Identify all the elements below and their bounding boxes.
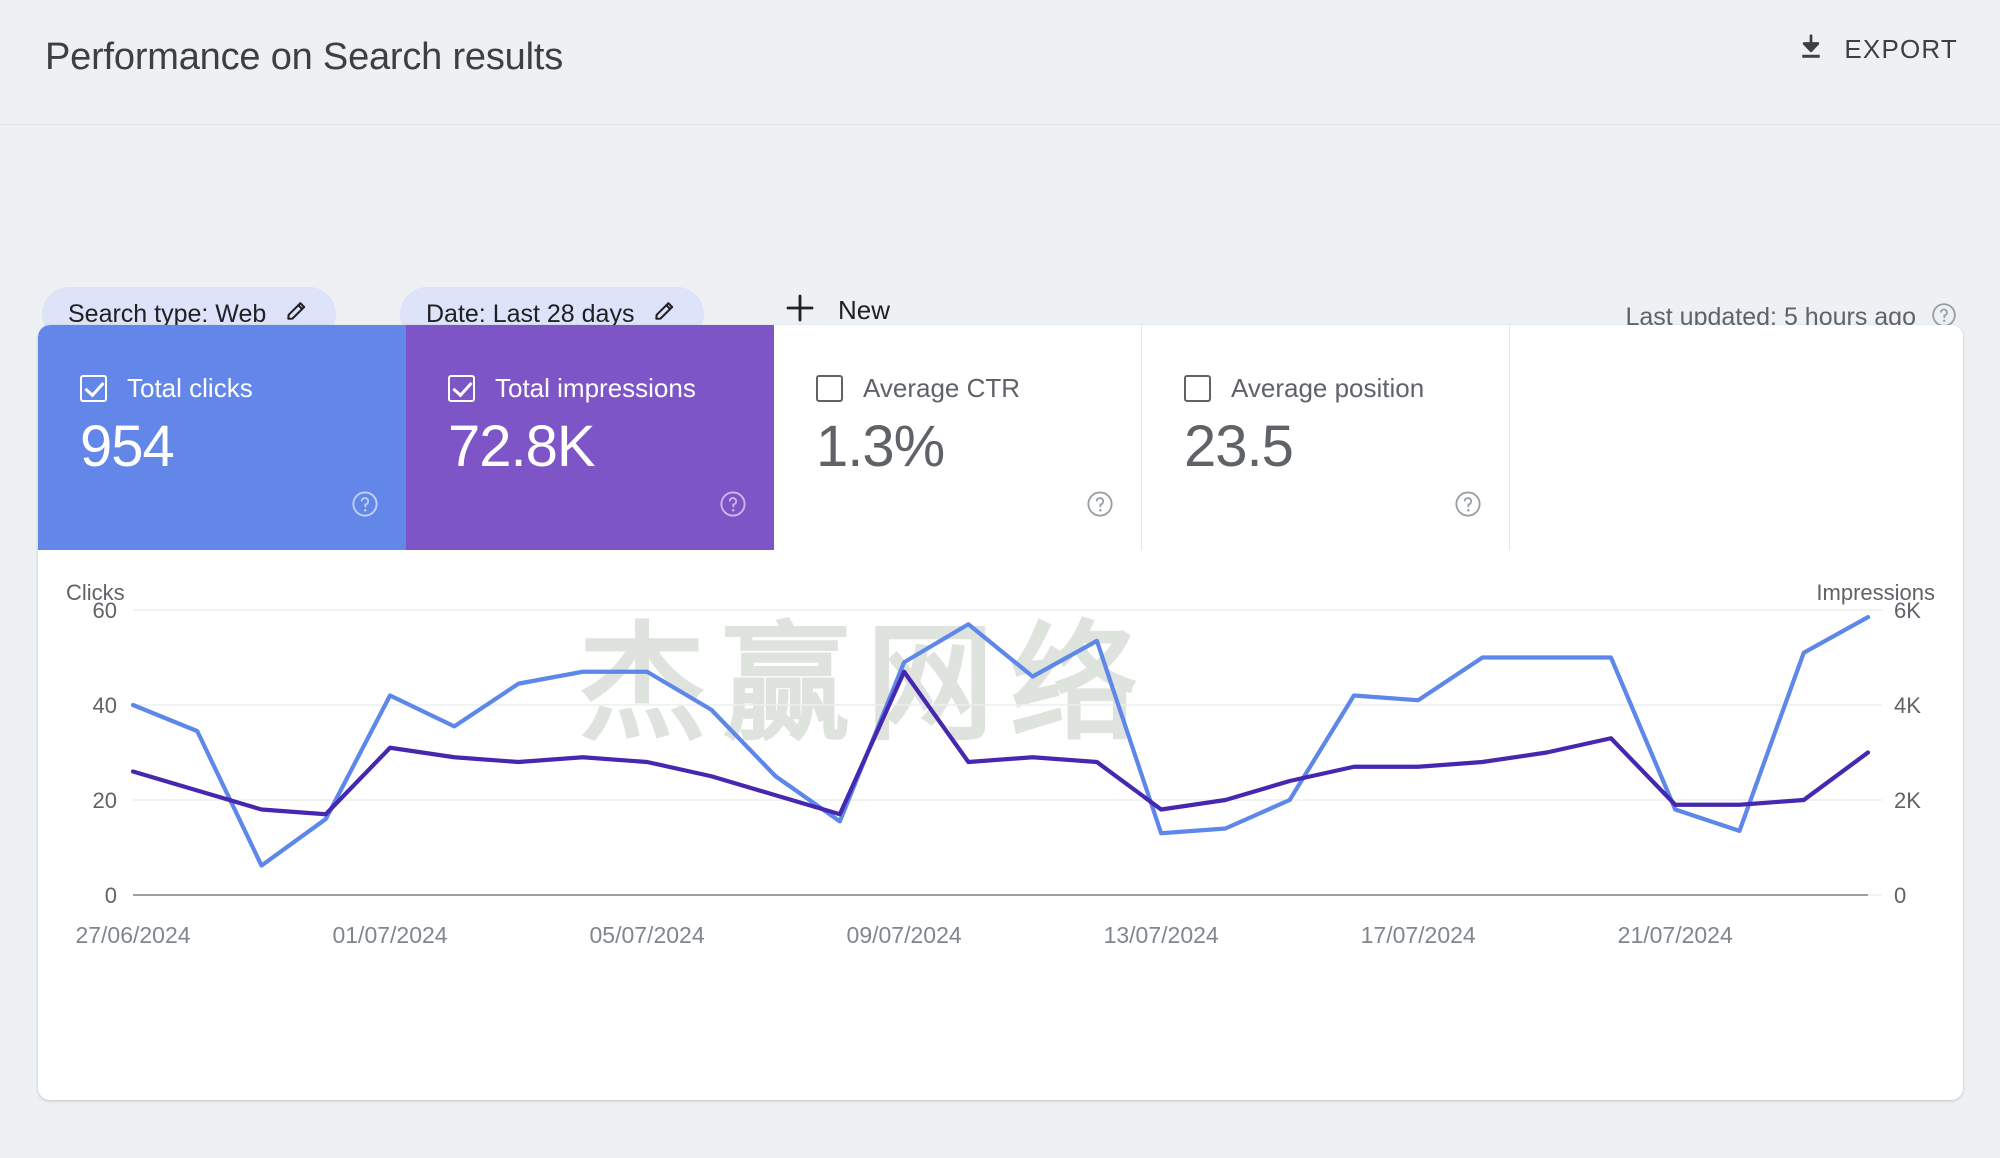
help-circle-icon[interactable] xyxy=(718,489,748,524)
chart-y-right-ticks: 0 2K 4K 6K xyxy=(1868,598,1921,908)
metric-checkbox[interactable] xyxy=(1184,375,1211,402)
y2-tick-label: 0 xyxy=(1894,883,1906,908)
chart-x-ticks: 27/06/2024 01/07/2024 05/07/2024 09/07/2024… xyxy=(75,922,1733,948)
y-tick-label: 60 xyxy=(93,598,117,623)
y2-tick-label: 4K xyxy=(1894,693,1921,718)
export-label: EXPORT xyxy=(1844,34,1958,64)
metric-checkbox[interactable] xyxy=(80,375,107,402)
metric-header: Total clicks xyxy=(80,373,253,404)
metric-card-average-ctr[interactable]: Average CTR 1.3% xyxy=(774,325,1142,550)
metric-card-total-impressions[interactable]: Total impressions 72.8K xyxy=(406,325,774,550)
page-title: Performance on Search results xyxy=(45,36,563,78)
chart-svg[interactable]: 0 20 40 60 0 2K 4K 6K 27/06/2024 01/07/2024 05/0… xyxy=(38,550,1963,1100)
metric-card-total-clicks[interactable]: Total clicks 954 xyxy=(38,325,406,550)
page-header: Performance on Search results EXPORT xyxy=(0,0,2000,125)
filter-bar: Search type: Web Date: Last 28 days New … xyxy=(0,125,2000,341)
x-tick-label: 27/06/2024 xyxy=(75,922,190,948)
series-line xyxy=(130,669,1871,817)
metric-value: 72.8K xyxy=(448,414,596,479)
chart-series-clicks xyxy=(130,669,1871,817)
metric-label: Total clicks xyxy=(127,373,253,403)
metric-label: Average CTR xyxy=(863,373,1021,403)
metric-header: Total impressions xyxy=(448,373,696,404)
performance-panel: Total clicks 954 Total impressions 72.8K xyxy=(38,325,1963,1100)
series-line xyxy=(130,615,1871,868)
export-button[interactable]: EXPORT xyxy=(1796,32,1958,67)
performance-page: Performance on Search results EXPORT Sea… xyxy=(0,0,2000,1158)
y-tick-label: 0 xyxy=(105,883,117,908)
x-tick-label: 13/07/2024 xyxy=(1104,922,1219,948)
metric-card-row: Total clicks 954 Total impressions 72.8K xyxy=(38,325,1963,550)
y-tick-label: 20 xyxy=(93,788,117,813)
x-tick-label: 17/07/2024 xyxy=(1361,922,1476,948)
y2-tick-label: 6K xyxy=(1894,598,1921,623)
metric-label: Average position xyxy=(1231,373,1425,403)
download-icon xyxy=(1796,32,1826,67)
performance-chart: Clicks Impressions 杰赢网络 0 20 40 60 0 2K 4K 6K … xyxy=(38,550,1963,1100)
x-tick-label: 01/07/2024 xyxy=(332,922,447,948)
x-tick-label: 21/07/2024 xyxy=(1618,922,1733,948)
chart-y-left-ticks: 0 20 40 60 xyxy=(93,598,117,908)
chart-series-impressions xyxy=(130,615,1871,868)
metric-checkbox[interactable] xyxy=(816,375,843,402)
new-filter-label: New xyxy=(838,295,891,325)
help-circle-icon[interactable] xyxy=(350,489,380,524)
y-tick-label: 40 xyxy=(93,693,117,718)
help-circle-icon[interactable] xyxy=(1453,489,1483,524)
metric-header: Average CTR xyxy=(816,373,1020,404)
x-tick-label: 09/07/2024 xyxy=(847,922,962,948)
metric-header: Average position xyxy=(1184,373,1424,404)
y2-tick-label: 2K xyxy=(1894,788,1921,813)
metric-value: 1.3% xyxy=(816,414,945,479)
metric-value: 954 xyxy=(80,414,175,479)
metric-checkbox[interactable] xyxy=(448,375,475,402)
x-tick-label: 05/07/2024 xyxy=(590,922,705,948)
metric-card-average-position[interactable]: Average position 23.5 xyxy=(1142,325,1510,550)
metric-label: Total impressions xyxy=(495,373,696,403)
metric-card-empty xyxy=(1510,325,1963,550)
help-circle-icon[interactable] xyxy=(1085,489,1115,524)
metric-value: 23.5 xyxy=(1184,414,1294,479)
